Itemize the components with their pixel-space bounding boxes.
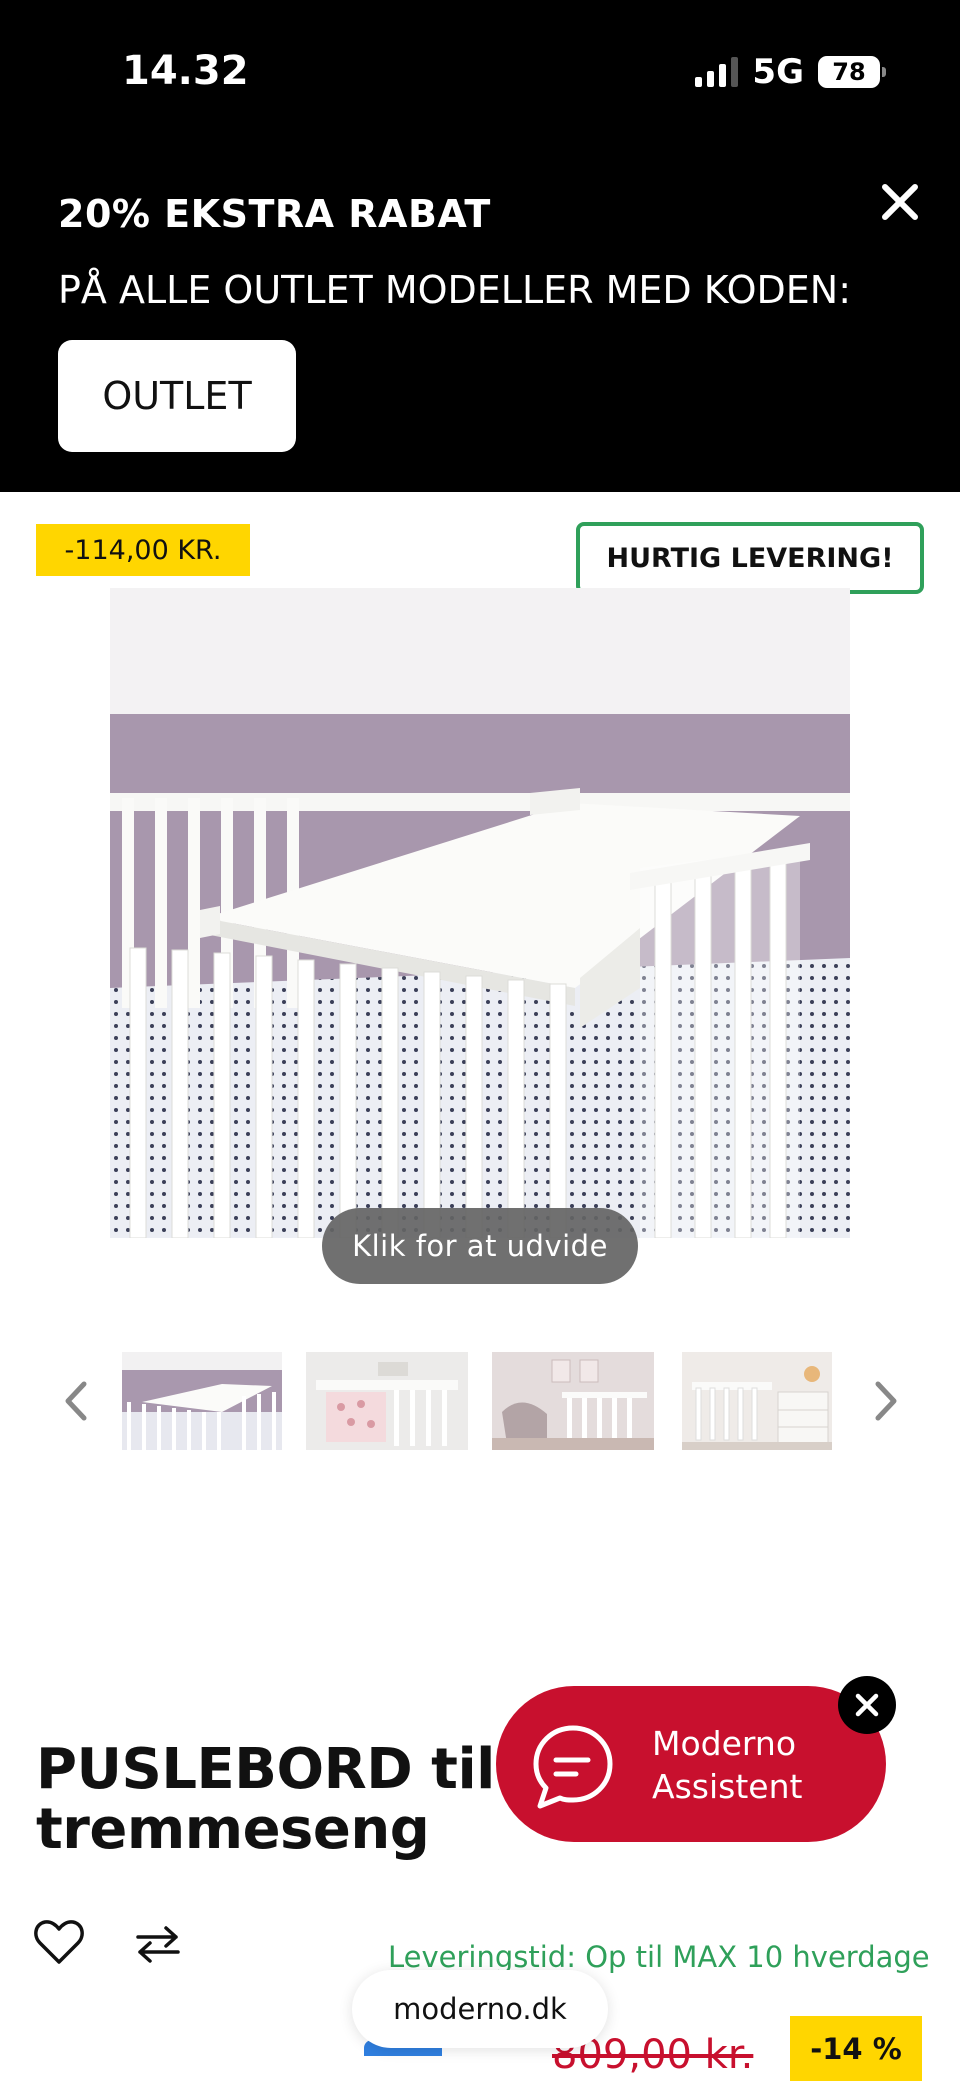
compare-arrows-icon[interactable] xyxy=(134,1924,182,1964)
battery-icon: 78 xyxy=(818,56,886,88)
thumbnail-1[interactable] xyxy=(122,1352,282,1450)
status-indicators: 5G 78 xyxy=(695,52,886,92)
product-title: PUSLEBORD til tremmeseng xyxy=(36,1740,556,1860)
status-time: 14.32 xyxy=(122,48,249,94)
chevron-right-icon[interactable] xyxy=(862,1372,910,1430)
product-title-line2: tremmeseng xyxy=(36,1797,430,1862)
thumbnail-4[interactable] xyxy=(682,1352,832,1450)
thumbnail-3[interactable] xyxy=(492,1352,654,1450)
heart-icon[interactable] xyxy=(34,1918,84,1966)
browser-url-bar[interactable]: moderno.dk xyxy=(352,1970,608,2048)
chat-bubble-icon xyxy=(533,1725,613,1809)
delivery-time: Leveringstid: Op til MAX 10 hverdage xyxy=(388,1940,930,1974)
promo-banner: 20% EKSTRA RABAT PÅ ALLE OUTLET MODELLER… xyxy=(0,140,960,492)
expand-image-button[interactable]: Klik for at udvide xyxy=(322,1208,638,1284)
network-label: 5G xyxy=(752,52,804,92)
chat-label-line1: Moderno xyxy=(652,1724,797,1763)
product-main-image[interactable] xyxy=(110,588,850,1238)
battery-level: 78 xyxy=(832,58,866,86)
promo-title: 20% EKSTRA RABAT xyxy=(58,192,491,236)
chat-label-line2: Assistent xyxy=(652,1767,803,1806)
signal-icon xyxy=(695,57,739,87)
chat-label: Moderno Assistent xyxy=(652,1722,802,1808)
chat-close-icon[interactable] xyxy=(838,1676,896,1734)
fast-delivery-badge: HURTIG LEVERING! xyxy=(576,522,924,594)
thumbnail-2[interactable] xyxy=(306,1352,468,1450)
chevron-left-icon[interactable] xyxy=(52,1372,100,1430)
discount-percent-badge: -14 % xyxy=(790,2016,922,2081)
chat-assistant-button[interactable]: Moderno Assistent xyxy=(496,1686,886,1842)
promo-code-button[interactable]: OUTLET xyxy=(58,340,296,452)
promo-text: PÅ ALLE OUTLET MODELLER MED KODEN: xyxy=(58,268,852,312)
status-bar: 14.32 5G 78 xyxy=(0,0,960,140)
discount-badge: -114,00 KR. xyxy=(36,524,250,576)
close-icon[interactable] xyxy=(868,170,932,234)
product-title-line1: PUSLEBORD til xyxy=(36,1737,495,1802)
